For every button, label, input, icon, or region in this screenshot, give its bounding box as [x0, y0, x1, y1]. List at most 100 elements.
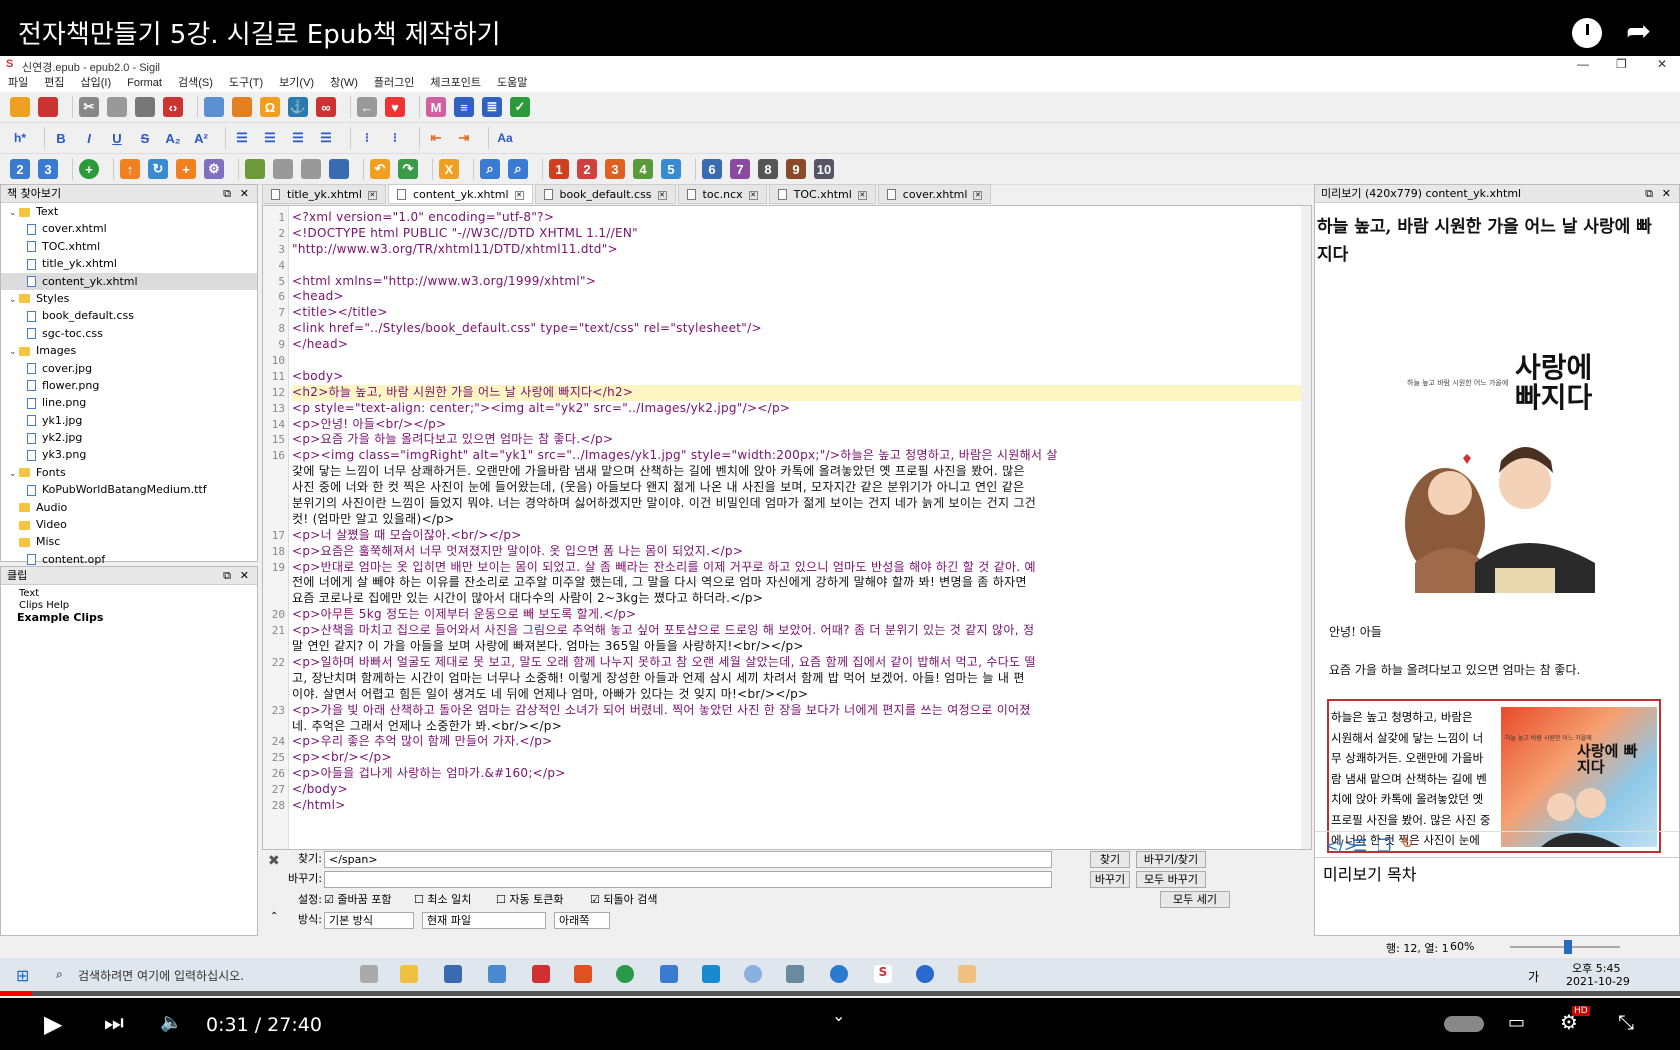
task-view-icon[interactable] [360, 965, 378, 983]
code-icon[interactable]: ‹› [163, 97, 183, 117]
tree-folder[interactable]: Audio [1, 499, 257, 516]
watch-later-icon[interactable] [1572, 18, 1602, 48]
tree-file[interactable]: title_yk.xhtml [1, 255, 257, 272]
replace-all-button[interactable]: 모두 바꾸기 [1136, 871, 1206, 888]
sigil-taskbar-icon[interactable]: S [874, 965, 892, 983]
close-panel-icon[interactable]: ✕ [240, 567, 249, 585]
close-tab-icon[interactable]: ✕ [657, 190, 667, 200]
justify-icon[interactable]: ☰ [316, 128, 336, 148]
clip-item[interactable]: Text [1, 588, 257, 600]
metadata-icon[interactable]: M [426, 97, 446, 117]
close-window-icon[interactable]: ✕ [1657, 57, 1667, 71]
tree-file[interactable]: yk3.png [1, 446, 257, 463]
close-tab-icon[interactable]: ✕ [973, 190, 983, 200]
tree-file[interactable]: line.png [1, 394, 257, 411]
redo-icon[interactable]: ↷ [398, 159, 418, 179]
outdent-icon[interactable]: ⇤ [426, 128, 446, 148]
cut-icon[interactable]: ✂ [79, 97, 99, 117]
tree-file[interactable]: yk2.jpg [1, 429, 257, 446]
plugin-7-icon[interactable]: 7 [730, 159, 750, 179]
mode-select[interactable]: 기본 방식 [324, 912, 414, 929]
clip-item[interactable]: Example Clips [1, 612, 257, 624]
close-tab-icon[interactable]: ✕ [748, 190, 758, 200]
up-arrow-icon[interactable]: ↑ [120, 159, 140, 179]
plugin-10-icon[interactable]: 10 [814, 159, 834, 179]
close-panel-icon[interactable]: ✕ [1662, 185, 1671, 203]
volume-icon[interactable]: 🔈 [160, 1012, 182, 1033]
replace-button[interactable]: 바꾸기 [1090, 871, 1130, 888]
align-left-icon[interactable]: ☰ [232, 128, 252, 148]
tab-preview[interactable]: 미리보기 [1323, 861, 1382, 885]
share-icon[interactable]: ➦ [1626, 14, 1651, 49]
insert-image-icon[interactable] [232, 97, 252, 117]
menu-item[interactable]: 파일 [8, 74, 28, 92]
close-tab-icon[interactable]: ✕ [367, 190, 377, 200]
next-icon[interactable]: ⏭ [104, 1011, 124, 1036]
chrome-icon[interactable] [616, 965, 634, 983]
app-icon-4[interactable] [916, 965, 934, 983]
video-progress-bar[interactable] [0, 991, 1680, 996]
taskbar-search-input[interactable]: 검색하려면 여기에 입력하십시오. [78, 967, 244, 984]
replace-input[interactable] [324, 871, 1052, 888]
tree-file[interactable]: KoPubWorldBatangMedium.ttf [1, 481, 257, 498]
split-icon[interactable] [204, 97, 224, 117]
editor-tab[interactable]: book_default.css ✕ [534, 184, 676, 204]
close-find-icon[interactable]: ✖ [268, 853, 280, 869]
copy-preview-icon[interactable]: ❐ [1377, 836, 1391, 855]
code-editor[interactable]: 1 <?xml version="1.0" encoding="utf-8"?> 2… [262, 205, 1312, 850]
bold-icon[interactable]: B [51, 128, 71, 148]
clip-insert-3-icon[interactable] [301, 159, 321, 179]
heading-icon[interactable]: h* [10, 128, 30, 148]
replace-find-button[interactable]: 바꾸기/찾기 [1136, 851, 1206, 868]
opt-minimal-checkbox[interactable]: ☐ 최소 일치 [414, 891, 471, 909]
menu-item[interactable]: 플러그인 [374, 74, 414, 92]
clip-insert-icon[interactable] [245, 159, 265, 179]
find-input[interactable]: </span> [324, 851, 1052, 868]
count-all-button[interactable]: 모두 세기 [1160, 891, 1230, 908]
back-icon[interactable]: ← [357, 97, 377, 117]
search-icon[interactable]: ⌕ [56, 967, 63, 982]
menu-item[interactable]: 보기(V) [279, 74, 314, 92]
tree-folder[interactable]: ⌄ Text [1, 203, 257, 220]
bullet-list-icon[interactable]: ⁝ [357, 128, 377, 148]
undo-icon[interactable]: ↶ [370, 159, 390, 179]
word-icon[interactable] [744, 965, 762, 983]
tree-file[interactable]: cover.jpg [1, 360, 257, 377]
menu-item[interactable]: 편집 [44, 74, 64, 92]
menu-item[interactable]: 검색(S) [178, 74, 213, 92]
zoom-slider-handle[interactable] [1564, 940, 1572, 954]
office-icon[interactable] [574, 965, 592, 983]
clip-insert-2-icon[interactable] [273, 159, 293, 179]
restore-icon[interactable]: ❐ [1616, 57, 1627, 71]
zoom-icon[interactable]: ⌕ [508, 159, 528, 179]
plugin-5-icon[interactable]: 5 [661, 159, 681, 179]
captions-icon[interactable]: ▭ [1508, 1012, 1525, 1033]
indent-icon[interactable]: ⇥ [454, 128, 474, 148]
play-icon[interactable]: ▶ [44, 1010, 62, 1038]
opt-dotall-checkbox[interactable]: ☑ 줄바꿈 포함 [324, 891, 391, 909]
autoplay-toggle[interactable] [1444, 1016, 1484, 1032]
numbered-list-icon[interactable]: ⁝ [385, 128, 405, 148]
collapse-icon[interactable]: ⌃ [270, 911, 278, 922]
plugin-2-icon[interactable]: 2 [577, 159, 597, 179]
editor-tab[interactable]: title_yk.xhtml ✕ [262, 184, 386, 204]
editor-scrollbar[interactable] [1301, 206, 1311, 849]
opt-wrap-checkbox[interactable]: ☑ 되돌아 검색 [590, 891, 657, 909]
plugin-3-icon[interactable]: 3 [605, 159, 625, 179]
find-button[interactable]: 찾기 [1090, 851, 1130, 868]
list-icon[interactable]: ☰ [1353, 836, 1367, 855]
paste-icon[interactable] [135, 97, 155, 117]
copy-icon[interactable] [107, 97, 127, 117]
opt-tokenize-checkbox[interactable]: ☐ 자동 토큰화 [496, 891, 563, 909]
editor-tab[interactable]: cover.xhtml ✕ [877, 184, 992, 204]
search-icon[interactable]: ⌕ [480, 159, 500, 179]
float-panel-icon[interactable]: ⧉ [1645, 185, 1653, 203]
editor-tab[interactable]: TOC.xhtml ✕ [768, 184, 876, 204]
change-case-icon[interactable]: Aa [495, 128, 515, 148]
settings-icon[interactable]: ⚙ [204, 159, 224, 179]
underline-icon[interactable]: U [107, 128, 127, 148]
save-icon[interactable] [38, 97, 58, 117]
plus-icon[interactable]: + [176, 159, 196, 179]
open-folder-icon[interactable] [10, 97, 30, 117]
editor-tab[interactable]: toc.ncx ✕ [677, 184, 767, 204]
